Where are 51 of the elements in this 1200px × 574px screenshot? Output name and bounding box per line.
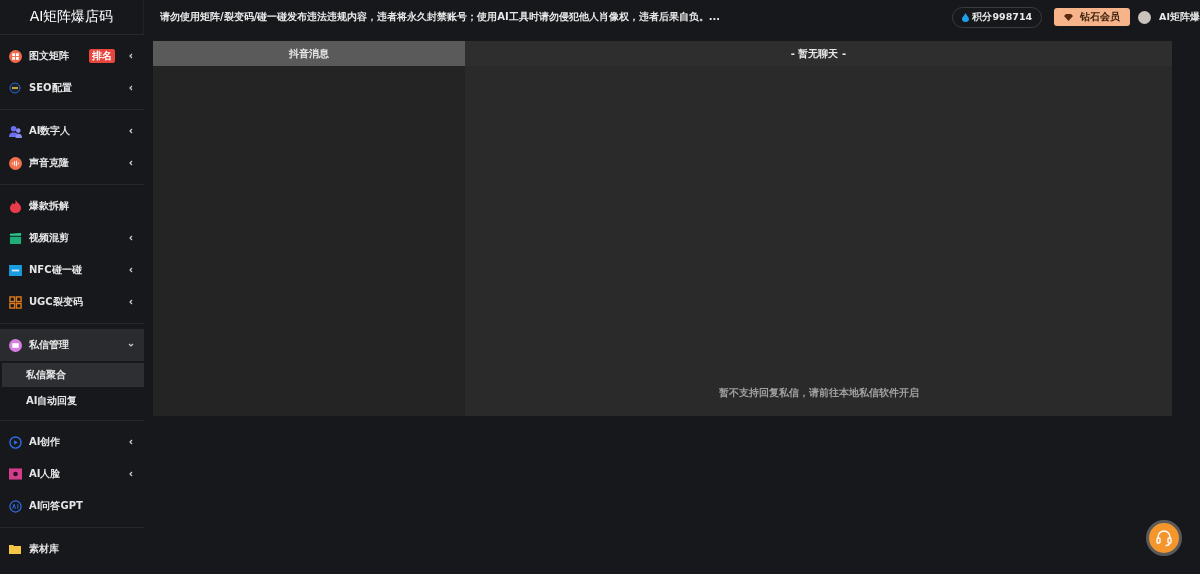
hot-flame-icon bbox=[8, 199, 22, 213]
clapperboard-icon bbox=[8, 231, 22, 245]
notice-text: 暂不支持回复私信，请前往本地私信软件开启 bbox=[718, 386, 919, 400]
message-list-header: 抖音消息 bbox=[153, 41, 465, 66]
conversation-header: - 暂无聊天 - bbox=[465, 41, 1172, 66]
people-icon bbox=[8, 124, 22, 138]
sound-wave-icon bbox=[8, 156, 22, 170]
sidebar-item[interactable]: 视频混剪 bbox=[0, 222, 144, 254]
chevron-icon bbox=[128, 160, 134, 166]
face-image-icon bbox=[8, 468, 22, 480]
qr-code-icon bbox=[8, 295, 22, 309]
sidebar-item[interactable]: 声音克隆 bbox=[0, 147, 144, 179]
sidebar-item[interactable]: AI创作 bbox=[0, 426, 144, 458]
play-icon bbox=[8, 435, 22, 449]
sidebar-item[interactable]: UGC裂变码 bbox=[0, 286, 144, 318]
sidebar-item[interactable]: 图文矩阵 排名 bbox=[0, 40, 144, 72]
chevron-icon bbox=[128, 53, 134, 59]
app-logo: AI矩阵爆店码 bbox=[0, 0, 144, 34]
chevron-icon bbox=[128, 128, 134, 134]
vip-button[interactable]: 钻石会员 bbox=[1054, 8, 1131, 26]
chevron-icon bbox=[128, 439, 134, 445]
chevron-icon bbox=[128, 471, 134, 477]
nfc-card-icon bbox=[8, 264, 22, 276]
sidebar-item[interactable]: AI人脸 bbox=[0, 458, 144, 490]
sidebar-item[interactable]: 私信管理 bbox=[0, 329, 144, 361]
chevron-icon bbox=[128, 267, 134, 273]
sidebar-item[interactable]: SEO配置 bbox=[0, 72, 144, 104]
headset-icon bbox=[1155, 529, 1173, 547]
notice-text: 请勿使用矩阵/裂变码/碰一碰发布违法违规内容，违者将永久封禁账号；使用AI工具时请勿侵犯他人肖像权，违者后果自负。... bbox=[160, 10, 722, 24]
sidebar-item[interactable]: NFC碰一碰 bbox=[0, 254, 144, 286]
chevron-icon bbox=[128, 299, 134, 305]
grid-icon bbox=[8, 49, 22, 63]
chevron-icon bbox=[128, 342, 134, 348]
message-icon bbox=[8, 338, 22, 352]
ai-badge-icon bbox=[8, 499, 22, 513]
drop-icon bbox=[962, 12, 970, 22]
username[interactable]: AI矩阵爆 bbox=[1159, 10, 1200, 24]
sidebar-item[interactable]: AI问答GPT bbox=[0, 490, 144, 522]
chevron-icon bbox=[128, 85, 134, 91]
rank-badge: 排名 bbox=[89, 49, 115, 63]
sidebar-item[interactable]: 素材库 bbox=[0, 533, 144, 565]
seo-icon bbox=[9, 82, 21, 94]
sidebar-item[interactable]: 爆款拆解 bbox=[0, 190, 144, 222]
submenu-item[interactable]: 私信聚合 bbox=[2, 363, 144, 387]
chevron-icon bbox=[128, 235, 134, 241]
diamond-icon bbox=[1064, 13, 1074, 21]
folder-icon bbox=[9, 544, 21, 554]
sidebar-item[interactable]: AI数字人 bbox=[0, 115, 144, 147]
customer-support-button[interactable] bbox=[1146, 520, 1182, 556]
submenu-item[interactable]: AI自动回复 bbox=[2, 389, 144, 413]
avatar[interactable] bbox=[1138, 10, 1152, 24]
